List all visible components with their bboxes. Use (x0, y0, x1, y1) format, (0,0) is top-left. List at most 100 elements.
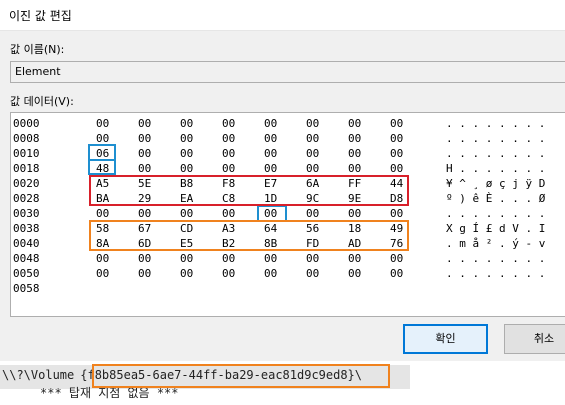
hex-byte[interactable]: 00 (138, 161, 151, 176)
hex-byte[interactable]: 5E (138, 176, 151, 191)
hex-byte[interactable]: 00 (138, 251, 151, 266)
hex-byte[interactable]: B8 (180, 176, 193, 191)
hex-byte[interactable]: EA (180, 191, 193, 206)
hex-byte[interactable]: 00 (390, 266, 403, 281)
hex-byte[interactable]: 9C (306, 191, 319, 206)
hex-byte[interactable]: A5 (96, 176, 109, 191)
hex-byte[interactable]: 00 (138, 116, 151, 131)
hex-byte[interactable]: A3 (222, 221, 235, 236)
hex-byte[interactable]: 00 (306, 131, 319, 146)
hex-byte[interactable]: 64 (264, 221, 277, 236)
hex-byte[interactable]: 00 (306, 116, 319, 131)
hex-byte[interactable]: 00 (348, 131, 361, 146)
hex-byte[interactable]: E5 (180, 236, 193, 251)
hex-byte[interactable]: 00 (222, 161, 235, 176)
hex-byte[interactable]: FD (306, 236, 319, 251)
hex-byte[interactable]: 00 (348, 251, 361, 266)
hex-byte[interactable]: 00 (222, 251, 235, 266)
hex-byte[interactable]: 00 (264, 266, 277, 281)
value-data-label: 값 데이터(V): (10, 95, 74, 108)
hex-byte[interactable]: 00 (180, 161, 193, 176)
hex-byte[interactable]: BA (96, 191, 109, 206)
hex-byte[interactable]: 00 (138, 131, 151, 146)
hex-byte[interactable]: 9E (348, 191, 361, 206)
hex-byte[interactable]: 00 (390, 131, 403, 146)
hex-byte[interactable]: 8B (264, 236, 277, 251)
hex-byte[interactable]: FF (348, 176, 361, 191)
hex-byte[interactable]: 00 (264, 131, 277, 146)
value-name-field[interactable]: Element (10, 61, 565, 83)
hex-byte[interactable]: 00 (306, 251, 319, 266)
hex-byte[interactable]: 48 (96, 161, 109, 176)
cancel-button[interactable]: 취소 (504, 324, 565, 354)
hex-byte[interactable]: AD (348, 236, 361, 251)
hex-byte[interactable]: 00 (180, 206, 193, 221)
value-name-label: 값 이름(N): (10, 43, 65, 56)
hex-byte[interactable]: 00 (264, 161, 277, 176)
hex-byte[interactable]: 6D (138, 236, 151, 251)
hex-byte[interactable]: 00 (390, 161, 403, 176)
hex-byte[interactable]: 00 (222, 266, 235, 281)
hex-byte[interactable]: 18 (348, 221, 361, 236)
hex-byte[interactable]: 00 (390, 146, 403, 161)
hex-offset: 0048 (13, 252, 40, 265)
hex-byte[interactable]: 00 (138, 206, 151, 221)
hex-byte[interactable]: D8 (390, 191, 403, 206)
hex-ascii: . . . . . . . . (446, 252, 546, 265)
hex-byte[interactable]: 00 (96, 206, 109, 221)
hex-byte[interactable]: 6A (306, 176, 319, 191)
hex-byte[interactable]: 00 (180, 266, 193, 281)
hex-byte[interactable]: 00 (348, 266, 361, 281)
hex-byte[interactable]: 00 (264, 251, 277, 266)
hex-ascii: . . . . . . . . (446, 132, 546, 145)
hex-byte[interactable]: 00 (264, 146, 277, 161)
hex-byte[interactable]: 00 (96, 116, 109, 131)
hex-byte[interactable]: 00 (222, 116, 235, 131)
hex-byte[interactable]: C8 (222, 191, 235, 206)
hex-byte[interactable]: 00 (390, 206, 403, 221)
hex-byte[interactable]: 00 (306, 161, 319, 176)
hex-byte[interactable]: 00 (348, 206, 361, 221)
hex-byte[interactable]: 06 (96, 146, 109, 161)
hex-byte[interactable]: 00 (222, 131, 235, 146)
ok-button[interactable]: 확인 (403, 324, 488, 354)
hex-byte[interactable]: 00 (222, 206, 235, 221)
hex-byte[interactable]: 44 (390, 176, 403, 191)
hex-byte[interactable]: 1D (264, 191, 277, 206)
hex-byte[interactable]: E7 (264, 176, 277, 191)
hex-byte[interactable]: 00 (306, 266, 319, 281)
hex-offset: 0058 (13, 282, 40, 295)
hex-byte[interactable]: 00 (222, 146, 235, 161)
title-bar[interactable]: 이진 값 편집 (0, 0, 565, 31)
hex-byte[interactable]: 58 (96, 221, 109, 236)
hex-byte[interactable]: 00 (96, 266, 109, 281)
hex-byte[interactable]: 49 (390, 221, 403, 236)
hex-byte[interactable]: 76 (390, 236, 403, 251)
hex-byte[interactable]: 56 (306, 221, 319, 236)
hex-byte[interactable]: 00 (138, 266, 151, 281)
hex-byte[interactable]: 00 (180, 146, 193, 161)
hex-byte[interactable]: 00 (180, 131, 193, 146)
hex-byte[interactable]: 00 (264, 116, 277, 131)
hex-byte[interactable]: 00 (96, 131, 109, 146)
hex-byte[interactable]: B2 (222, 236, 235, 251)
hex-byte[interactable]: 00 (306, 146, 319, 161)
hex-byte[interactable]: 00 (138, 146, 151, 161)
hex-ascii: . . . . . . . . (446, 207, 546, 220)
hex-byte[interactable]: 00 (390, 251, 403, 266)
hex-editor[interactable]: 0000 00 00 00 00 00 00 00 00. . . . . . . . 0008 0… (10, 112, 565, 317)
hex-byte[interactable]: 00 (180, 116, 193, 131)
hex-byte[interactable]: 00 (348, 161, 361, 176)
hex-byte[interactable]: 00 (264, 206, 277, 221)
hex-byte[interactable]: CD (180, 221, 193, 236)
hex-byte[interactable]: 00 (390, 116, 403, 131)
hex-byte[interactable]: 00 (306, 206, 319, 221)
hex-byte[interactable]: 00 (180, 251, 193, 266)
hex-byte[interactable]: F8 (222, 176, 235, 191)
hex-byte[interactable]: 8A (96, 236, 109, 251)
hex-byte[interactable]: 00 (348, 116, 361, 131)
hex-byte[interactable]: 00 (96, 251, 109, 266)
hex-byte[interactable]: 00 (348, 146, 361, 161)
hex-byte[interactable]: 67 (138, 221, 151, 236)
hex-byte[interactable]: 29 (138, 191, 151, 206)
